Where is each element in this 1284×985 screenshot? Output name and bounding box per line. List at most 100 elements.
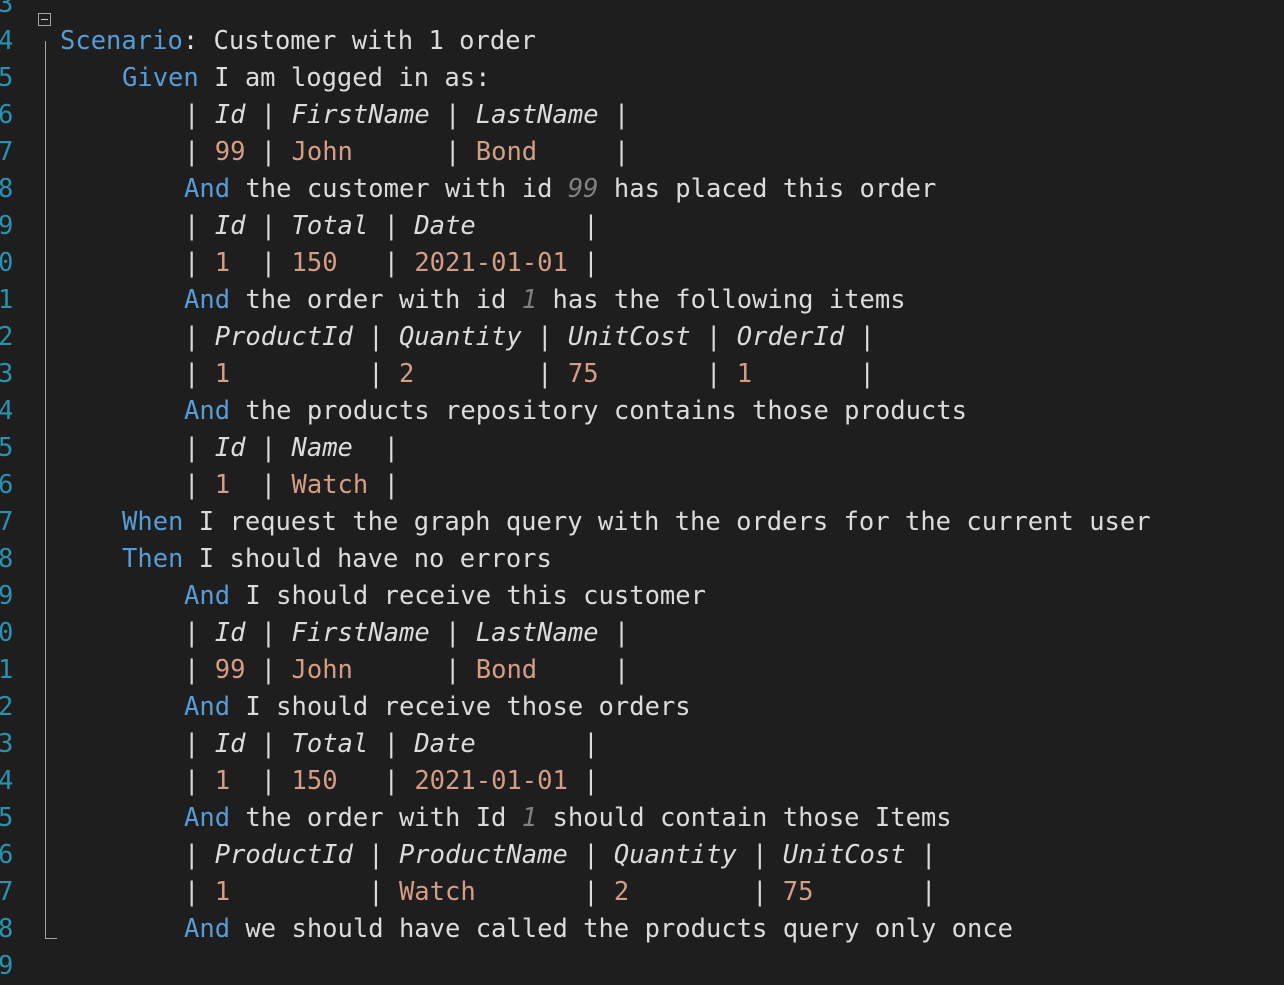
line-number: 7	[0, 877, 14, 907]
table-header-cell: UnitCost	[782, 840, 906, 870]
code-token: I should receive those orders	[230, 692, 691, 722]
code-text: | Id | FirstName | LastName |	[60, 97, 629, 134]
table-header-cell: ProductId	[214, 322, 353, 352]
table-header-cell: UnitCost	[567, 322, 691, 352]
table-value: 2	[398, 359, 522, 389]
line-number: 7	[0, 507, 14, 537]
code-token: |	[368, 433, 399, 463]
table-header-cell: Id	[214, 100, 246, 130]
code-token: |	[184, 766, 215, 796]
line-number: 4	[0, 26, 14, 56]
code-token: |	[245, 729, 292, 759]
code-line[interactable]: 5 And the order with Id 1 should contain …	[0, 800, 1284, 837]
code-line[interactable]: 4 Scenario: Customer with 1 order	[0, 23, 1284, 60]
code-line[interactable]: 0 | Id | FirstName | LastName |	[0, 615, 1284, 652]
code-line[interactable]: 9 And I should receive this customer	[0, 578, 1284, 615]
code-line[interactable]: 4 | 1 | 150 | 2021-01-01 |	[0, 763, 1284, 800]
code-text: | Id | Total | Date |	[60, 726, 599, 763]
code-line[interactable]: 2 | ProductId | Quantity | UnitCost | Ord…	[0, 319, 1284, 356]
code-line[interactable]: 9	[0, 948, 1284, 985]
line-number: 1	[0, 285, 14, 315]
code-token: |	[429, 655, 476, 685]
code-token: |	[352, 840, 399, 870]
collapse-toggle-icon[interactable]	[38, 13, 51, 26]
code-line[interactable]: 2 And I should receive those orders	[0, 689, 1284, 726]
table-header-cell: LastName	[475, 100, 599, 130]
code-token: the order with id	[230, 285, 522, 315]
code-token: |	[429, 100, 476, 130]
line-number: 9	[0, 211, 14, 241]
table-header-cell: OrderId	[736, 322, 845, 352]
table-value: 150	[291, 766, 369, 796]
table-value: 150	[291, 248, 369, 278]
code-line[interactable]: 3 | 1 | 2 | 75 | 1 |	[0, 356, 1284, 393]
code-editor[interactable]: 3 4 Scenario: Customer with 1 order 5 Given …	[0, 0, 1284, 985]
code-line[interactable]: 3	[0, 0, 1284, 23]
code-line[interactable]: 7 When I request the graph query with the…	[0, 504, 1284, 541]
code-token: |	[245, 248, 292, 278]
code-line[interactable]: 1 | 99 | John | Bond |	[0, 652, 1284, 689]
parameter-value: 1	[521, 803, 538, 833]
code-token: |	[368, 211, 415, 241]
code-token: |	[184, 359, 215, 389]
code-line[interactable]: 8 And the customer with id 99 has placed …	[0, 171, 1284, 208]
code-line[interactable]: 9 | Id | Total | Date |	[0, 208, 1284, 245]
table-value: Bond	[475, 137, 599, 167]
table-header-cell: Total	[291, 729, 369, 759]
table-value: 99	[214, 655, 246, 685]
code-line[interactable]: 5 Given I am logged in as:	[0, 60, 1284, 97]
code-text: And we should have called the products q…	[60, 911, 1013, 948]
code-token: |	[905, 877, 937, 907]
code-line[interactable]: 6 | Id | FirstName | LastName |	[0, 97, 1284, 134]
table-value: 2021-01-01	[414, 766, 568, 796]
line-number: 5	[0, 63, 14, 93]
code-token: the customer with id	[230, 174, 568, 204]
line-number: 5	[0, 803, 14, 833]
fold-guide-end	[45, 938, 57, 939]
keyword: Scenario	[60, 26, 183, 56]
code-token: should contain those Items	[537, 803, 952, 833]
code-text: | 1 | Watch |	[60, 467, 399, 504]
code-line[interactable]: 8 And we should have called the products …	[0, 911, 1284, 948]
code-text: And I should receive this customer	[60, 578, 706, 615]
code-token: |	[598, 100, 630, 130]
code-line[interactable]: 6 | 1 | Watch |	[0, 467, 1284, 504]
code-line[interactable]: 7 | 99 | John | Bond |	[0, 134, 1284, 171]
code-token: |	[184, 137, 215, 167]
table-value: 1	[214, 248, 246, 278]
code-token: |	[368, 729, 415, 759]
keyword: And	[184, 692, 231, 722]
code-token: |	[521, 359, 568, 389]
code-line[interactable]: 0 | 1 | 150 | 2021-01-01 |	[0, 245, 1284, 282]
code-token: |	[352, 877, 399, 907]
code-text: | 1 | Watch | 2 | 75 |	[60, 874, 936, 911]
code-token: |	[184, 322, 215, 352]
code-line[interactable]: 6 | ProductId | ProductName | Quantity | …	[0, 837, 1284, 874]
line-number: 3	[0, 359, 14, 389]
code-token: |	[245, 766, 292, 796]
line-number: 2	[0, 322, 14, 352]
table-value: Watch	[398, 877, 568, 907]
code-token: has the following items	[537, 285, 906, 315]
code-token: |	[844, 322, 875, 352]
table-value: 1	[214, 877, 353, 907]
code-line[interactable]: 1 And the order with id 1 has the followi…	[0, 282, 1284, 319]
code-token: |	[690, 322, 737, 352]
table-header-cell: Id	[214, 729, 246, 759]
code-token: |	[736, 840, 783, 870]
code-line[interactable]: 5 | Id | Name |	[0, 430, 1284, 467]
line-number: 0	[0, 248, 14, 278]
code-token: |	[368, 248, 415, 278]
code-text: | Id | Name |	[60, 430, 399, 467]
code-token: has placed this order	[598, 174, 937, 204]
keyword: And	[184, 396, 231, 426]
code-line[interactable]: 3 | Id | Total | Date |	[0, 726, 1284, 763]
code-token: |	[429, 618, 476, 648]
code-line[interactable]: 7 | 1 | Watch | 2 | 75 |	[0, 874, 1284, 911]
code-line[interactable]: 8 Then I should have no errors	[0, 541, 1284, 578]
code-token: |	[184, 655, 215, 685]
line-number: 2	[0, 692, 14, 722]
code-text: | 99 | John | Bond |	[60, 652, 629, 689]
code-line[interactable]: 4 And the products repository contains th…	[0, 393, 1284, 430]
table-header-cell: Id	[214, 618, 246, 648]
